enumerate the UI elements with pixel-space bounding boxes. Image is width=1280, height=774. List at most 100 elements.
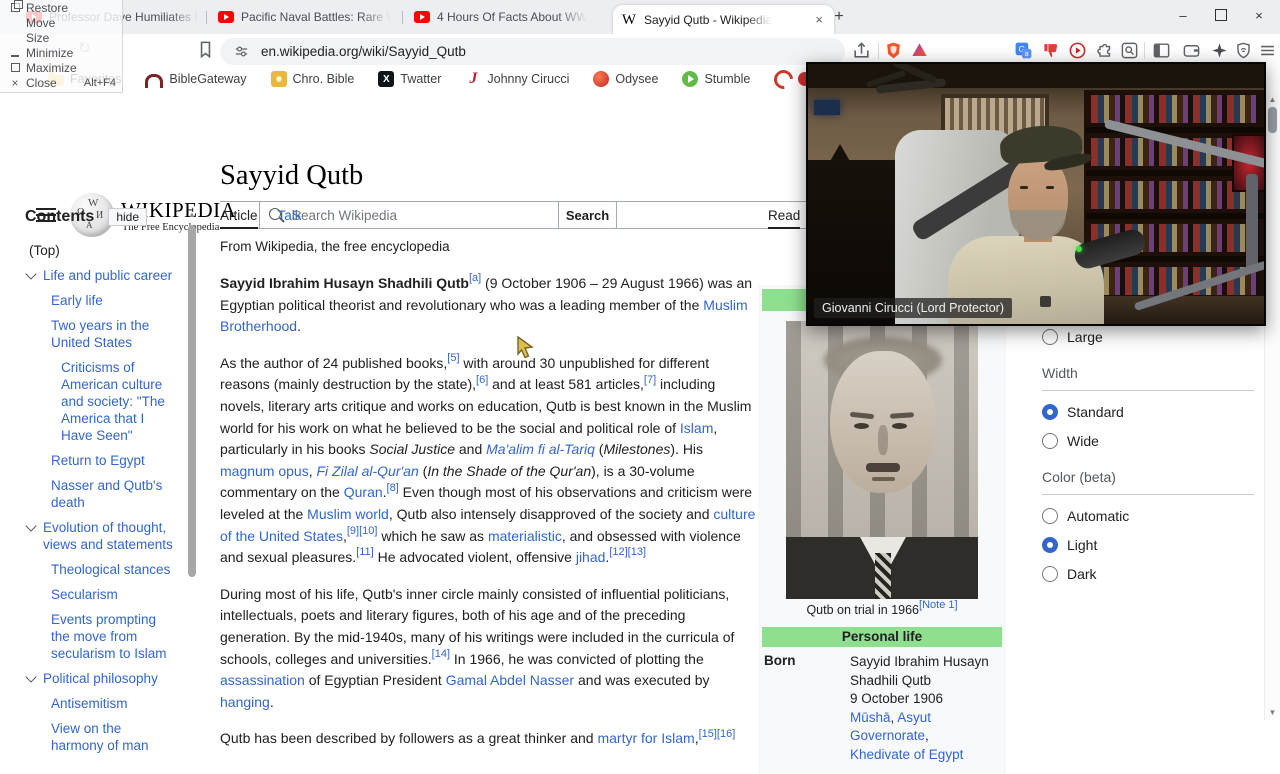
radio-icon[interactable] [1042, 433, 1058, 449]
tab-article[interactable]: Article [220, 202, 258, 228]
reference-link[interactable]: [a] [469, 272, 481, 284]
reference-link[interactable]: [12][13] [609, 546, 646, 558]
play-extension-icon[interactable] [1068, 41, 1087, 60]
bookmark-item[interactable]: Stumble [682, 71, 750, 87]
tab-close-icon[interactable]: × [812, 12, 826, 27]
extensions-puzzle-icon[interactable] [1096, 41, 1115, 60]
site-settings-icon[interactable] [234, 44, 249, 59]
radio-option-standard[interactable]: Standard [1042, 404, 1254, 420]
reference-link[interactable]: [7] [644, 374, 656, 386]
wiki-link[interactable]: Islam [680, 420, 713, 436]
toc-item[interactable]: Criticisms of American culture and socie… [25, 359, 175, 444]
system-menu-item-close[interactable]: ×CloseAlt+F4 [0, 75, 122, 90]
toc-item[interactable]: (Top) [25, 242, 175, 259]
webcam-overlay[interactable]: Giovanni Cirucci (Lord Protector) [806, 62, 1266, 326]
toc-scrollbar[interactable]: ▲ [186, 210, 198, 718]
reference-link[interactable]: [8] [387, 482, 399, 494]
toc-item[interactable]: Antisemitism [25, 695, 175, 712]
system-menu-item-minimize[interactable]: Minimize [0, 45, 122, 60]
window-close-button[interactable]: × [1240, 0, 1278, 30]
wiki-link[interactable]: Khedivate of Egypt [850, 747, 963, 762]
toc-item[interactable]: Life and public career [25, 267, 175, 284]
wiki-link[interactable]: Mūshā [850, 710, 891, 725]
leo-sparkle-icon[interactable] [1210, 41, 1229, 60]
bookmark-item[interactable]: Odysee [593, 71, 658, 87]
wiki-link[interactable]: martyr for Islam [597, 730, 694, 746]
bookmark-flag-icon[interactable] [196, 40, 215, 59]
window-maximize-button[interactable] [1202, 0, 1240, 30]
radio-selected-icon[interactable] [1042, 404, 1058, 420]
system-menu-item-move[interactable]: Move [0, 15, 122, 30]
radio-icon[interactable] [1042, 508, 1058, 524]
browser-menu-icon[interactable] [1258, 41, 1277, 60]
wiki-link[interactable]: assassination [220, 672, 305, 688]
reference-link[interactable]: [15][16] [699, 728, 736, 740]
toc-item[interactable]: Political philosophy [25, 670, 175, 687]
share-icon[interactable] [852, 41, 871, 60]
reference-link[interactable]: [11] [356, 546, 374, 558]
sidebar-icon[interactable] [1152, 41, 1171, 60]
tab-talk[interactable]: Talk [278, 202, 302, 228]
browser-tab-active[interactable]: W Sayyid Qutb - Wikipedia × [613, 5, 834, 34]
radio-selected-icon[interactable] [1042, 537, 1058, 553]
dislike-extension-icon[interactable] [1042, 41, 1061, 60]
radio-icon[interactable] [1042, 566, 1058, 582]
radio-option-dark[interactable]: Dark [1042, 566, 1254, 582]
toc-item[interactable]: Secularism [25, 586, 175, 603]
system-menu-item-restore[interactable]: Restore [0, 0, 122, 15]
wiki-link[interactable]: magnum opus [220, 463, 309, 479]
new-tab-button[interactable]: + [828, 6, 850, 28]
toc-item[interactable]: Events prompting the move from secularis… [25, 611, 175, 662]
system-menu-item-maximize[interactable]: Maximize [0, 60, 122, 75]
chevron-down-icon[interactable] [25, 520, 36, 531]
wiki-link[interactable]: Gamal Abdel Nasser [446, 672, 574, 688]
bookmark-item[interactable]: BibleGateway [145, 70, 246, 88]
toc-item[interactable]: View on the harmony of man [25, 720, 175, 754]
toc-item[interactable]: Two years in the United States [25, 317, 175, 351]
page-scrollbar-thumb[interactable] [1268, 107, 1277, 133]
scroll-up-icon[interactable]: ▲ [1265, 95, 1280, 104]
search-tabs-icon[interactable] [1120, 41, 1139, 60]
bookmark-item[interactable]: XTwatter [378, 71, 441, 87]
window-minimize-button[interactable]: – [1164, 0, 1202, 30]
bookmark-item[interactable]: Chro. Bible [271, 71, 355, 87]
wiki-link[interactable]: materialistic [488, 528, 562, 544]
bookmark-item[interactable]: JJohnny Cirucci [465, 71, 569, 87]
radio-option-wide[interactable]: Wide [1042, 433, 1254, 449]
reference-link[interactable]: [5] [447, 352, 459, 364]
wiki-link[interactable]: jihad [576, 549, 606, 565]
reference-link[interactable]: [9][10] [347, 525, 378, 537]
translate-extension-icon[interactable]: Ga [1014, 41, 1033, 60]
toc-item[interactable]: Early life [25, 292, 175, 309]
wallet-icon[interactable] [1182, 41, 1201, 60]
toc-scrollbar-thumb[interactable] [188, 225, 196, 577]
reference-link[interactable]: [Note 1] [919, 599, 958, 611]
reference-link[interactable]: [6] [476, 374, 488, 386]
brave-shield-icon[interactable] [884, 41, 903, 60]
wiki-link[interactable]: hanging [220, 694, 270, 710]
radio-icon[interactable] [1042, 329, 1058, 345]
wiki-link[interactable]: Ma'alim fi al-Tariq [486, 441, 595, 457]
toc-item[interactable]: Evolution of thought, views and statemen… [25, 519, 175, 553]
wiki-link[interactable]: Muslim world [307, 506, 389, 522]
toc-item[interactable]: Theological stances [25, 561, 175, 578]
infobox-portrait-photo[interactable] [786, 321, 978, 599]
chevron-down-icon[interactable] [25, 671, 36, 682]
contents-hide-button[interactable]: hide [108, 208, 147, 226]
wiki-link[interactable]: Fi Zilal al-Qur'an [317, 463, 419, 479]
vpn-shield-icon[interactable] [1234, 41, 1253, 60]
radio-option-automatic[interactable]: Automatic [1042, 508, 1254, 524]
toc-scroll-up-icon[interactable]: ▲ [186, 210, 198, 219]
scroll-down-icon[interactable]: ▼ [1265, 708, 1280, 717]
chevron-down-icon[interactable] [25, 268, 36, 279]
page-scrollbar[interactable]: ▲ ▼ [1264, 92, 1280, 720]
toc-item[interactable]: Nasser and Qutb's death [25, 477, 175, 511]
brave-rewards-icon[interactable] [910, 41, 929, 60]
radio-option-large[interactable]: Large [1042, 329, 1254, 345]
browser-tab-3[interactable]: 4 Hours Of Facts About WW2's Blood [406, 0, 626, 34]
toc-item[interactable]: Return to Egypt [25, 452, 175, 469]
reference-link[interactable]: [14] [432, 648, 450, 660]
tab-read[interactable]: Read [768, 202, 800, 228]
radio-option-light[interactable]: Light [1042, 537, 1254, 553]
system-menu-item-size[interactable]: Size [0, 30, 122, 45]
